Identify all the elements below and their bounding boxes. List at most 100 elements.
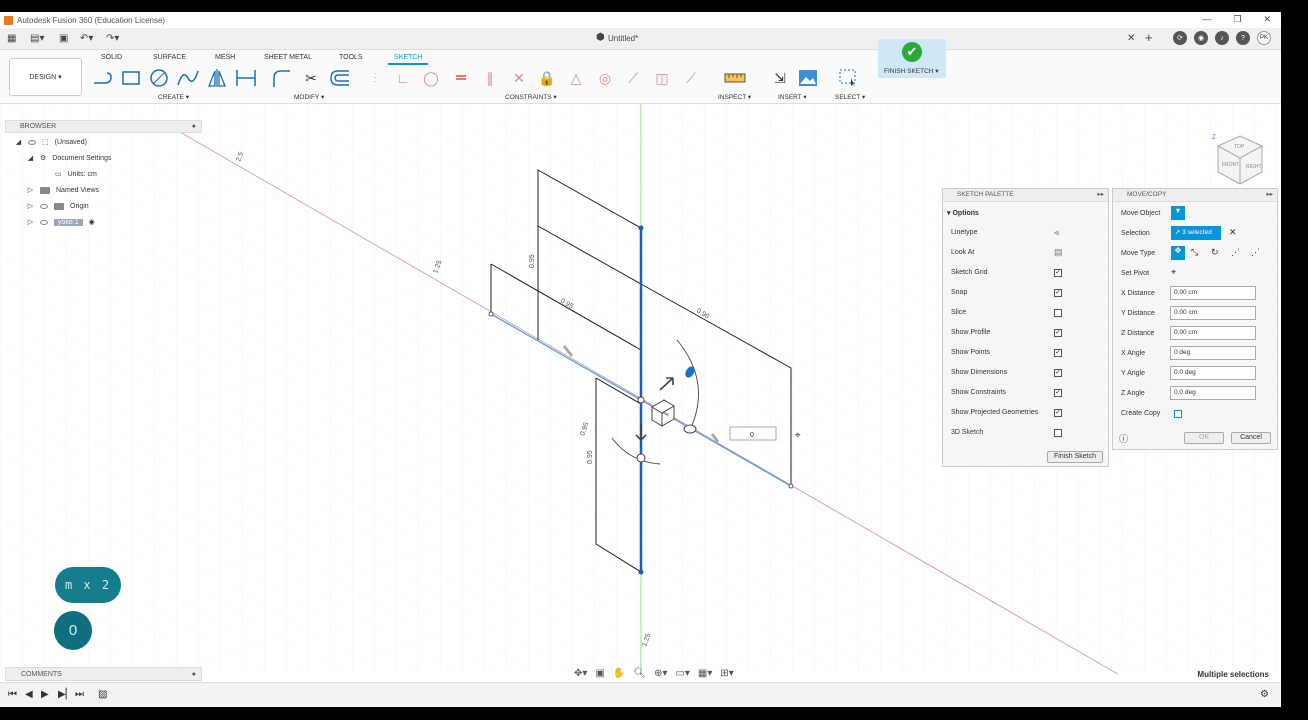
sketch-palette-header[interactable]: SKETCH PALETTE ▸▸ [943, 189, 1108, 202]
expand-arrow-icon[interactable]: ▸▸ [1097, 189, 1104, 201]
info-icon[interactable]: ⓘ [1119, 432, 1128, 445]
browser-header[interactable]: BROWSER ● [5, 120, 202, 133]
timeline-sketch-icon[interactable]: ▨ [98, 689, 107, 700]
fix-constraint-icon[interactable]: ⫶ [364, 68, 386, 88]
palette-option-checkbox[interactable] [1054, 309, 1062, 317]
activate-radio-icon[interactable]: ◉ [89, 218, 95, 226]
step-forward-icon[interactable]: ▶▏ [58, 689, 73, 700]
move-object-dropdown[interactable]: ▾ [1171, 206, 1185, 220]
browser-item-named-views[interactable]: ▷ Named Views [27, 186, 99, 194]
selection-button[interactable]: ➚ 3 selected [1171, 226, 1221, 240]
notifications-icon[interactable]: ♪ [1215, 31, 1229, 45]
viewports-icon[interactable]: ⊞▾ [720, 668, 733, 679]
insert-menu[interactable]: INSERT ▾ [778, 93, 807, 101]
save-icon[interactable]: ▣ [59, 33, 68, 44]
move-field-input[interactable]: 0 deg [1170, 346, 1256, 360]
undo-icon[interactable]: ↶▾ [80, 33, 93, 44]
visibility-icon[interactable] [40, 219, 48, 225]
rectangle-tool-icon[interactable] [120, 68, 142, 88]
collapse-icon[interactable]: ◢ [15, 138, 22, 146]
step-back-icon[interactable]: ◀ [25, 689, 33, 700]
symmetry-constraint-icon[interactable]: ◫ [651, 68, 673, 88]
move-field-input[interactable]: 0.00 cm [1170, 326, 1256, 340]
coincident-constraint-icon[interactable]: ∟ [392, 68, 414, 88]
tab-solid[interactable]: SOLID [101, 54, 122, 61]
redo-icon[interactable]: ↷▾ [106, 33, 119, 44]
zoom-window-icon[interactable]: ⊕▾ [654, 668, 667, 679]
tab-tools[interactable]: TOOLS [339, 54, 363, 61]
extensions-icon[interactable]: ⟳ [1173, 31, 1187, 45]
comments-panel[interactable]: COMMENTS ● [5, 667, 202, 681]
app-grid-icon[interactable]: ▦ [7, 33, 16, 44]
maximize-button[interactable]: ❐ [1233, 14, 1241, 25]
timeline-settings-icon[interactable]: ⚙ [1260, 689, 1269, 700]
create-menu[interactable]: CREATE ▾ [158, 93, 189, 101]
expand-arrow-icon[interactable]: ▸▸ [1266, 189, 1273, 201]
finish-sketch-tool[interactable]: ✔ FINISH SKETCH ▾ [878, 39, 946, 78]
concentric-constraint-icon[interactable]: ◎ [594, 68, 616, 88]
expand-icon[interactable]: ▷ [27, 186, 34, 194]
rotate-icon[interactable]: ↻ [1211, 247, 1219, 258]
offset-tool-icon[interactable] [329, 68, 351, 88]
measure-tool-icon[interactable] [724, 68, 746, 88]
select-menu[interactable]: SELECT ▾ [835, 93, 865, 101]
palette-option-checkbox[interactable]: ✓ [1054, 369, 1062, 377]
circle-tool-icon[interactable] [148, 68, 170, 88]
set-pivot-icon[interactable]: ⌖ [1171, 267, 1176, 278]
job-status-icon[interactable]: ◉ [1194, 31, 1208, 45]
expand-icon[interactable]: ▷ [27, 218, 34, 226]
browser-item-document-settings[interactable]: ◢ ⚙ Document Settings [27, 154, 112, 163]
mirror-tool-icon[interactable] [206, 68, 228, 88]
translate-icon[interactable]: ⤡ [1191, 247, 1198, 258]
user-avatar[interactable]: PK [1257, 31, 1271, 45]
cancel-button[interactable]: Cancel [1231, 432, 1271, 444]
dimension-tool-icon[interactable] [235, 68, 257, 88]
palette-option-checkbox[interactable]: ✓ [1054, 289, 1062, 297]
palette-option-checkbox[interactable]: ✓ [1054, 389, 1062, 397]
move-field-input[interactable]: 0.00 cm [1170, 306, 1256, 320]
close-tab-button[interactable]: ✕ [1127, 33, 1135, 44]
file-menu-icon[interactable]: ▤▾ [30, 33, 44, 44]
expand-icon[interactable]: ▷ [27, 202, 34, 210]
constraints-menu[interactable]: CONSTRAINTS ▾ [505, 93, 557, 101]
look-at-icon[interactable]: ▤ [1054, 247, 1063, 258]
workspace-switcher[interactable]: DESIGN ▾ [9, 58, 82, 96]
tangent-constraint-icon[interactable]: ◯ [420, 68, 442, 88]
inspect-menu[interactable]: INSPECT ▾ [718, 93, 751, 101]
create-copy-checkbox[interactable] [1174, 410, 1182, 418]
visibility-icon[interactable] [28, 139, 36, 145]
free-move-icon[interactable]: ✥ [1171, 246, 1185, 260]
palette-option-checkbox[interactable] [1054, 429, 1062, 437]
tab-sketch[interactable]: SKETCH [388, 54, 429, 65]
ok-button[interactable]: OK [1184, 432, 1224, 444]
pin-icon[interactable]: ● [192, 668, 196, 681]
insert-derive-icon[interactable]: ⇲ [769, 68, 791, 88]
equal-constraint-icon[interactable]: ＝ [450, 68, 472, 88]
tab-sheet-metal[interactable]: SHEET METAL [264, 54, 312, 61]
palette-option-checkbox[interactable]: ✓ [1054, 349, 1062, 357]
select-tool-icon[interactable] [838, 68, 860, 88]
triangle-constraint-icon[interactable]: △ [565, 68, 587, 88]
close-button[interactable]: ✕ [1263, 14, 1271, 25]
perpendicular-constraint-icon[interactable]: ✕ [508, 68, 530, 88]
look-at-icon[interactable]: ▣ [595, 668, 604, 679]
modify-menu[interactable]: MODIFY ▾ [294, 93, 324, 101]
midpoint-constraint-icon[interactable]: ⟋ [622, 68, 644, 88]
pan-icon[interactable]: ✋ [613, 668, 625, 679]
palette-option-checkbox[interactable]: ✓ [1054, 269, 1062, 277]
collapse-icon[interactable]: ◢ [27, 154, 34, 162]
trim-tool-icon[interactable]: ✂ [300, 68, 322, 88]
point-to-point-icon[interactable]: ⋰ [1231, 247, 1240, 258]
browser-item-yoke[interactable]: ▷ yoke:1 ◉ [27, 218, 95, 226]
tab-mesh[interactable]: MESH [215, 54, 235, 61]
browser-item-origin[interactable]: ▷ Origin [27, 202, 89, 210]
orbit-icon[interactable]: ✥▾ [574, 668, 587, 679]
move-copy-header[interactable]: MOVE/COPY ▸▸ [1113, 189, 1277, 202]
grid-settings-icon[interactable]: ▦▾ [698, 668, 712, 679]
new-tab-button[interactable]: + [1145, 30, 1153, 45]
zoom-icon[interactable]: 🔍︎ [633, 668, 646, 679]
visibility-icon[interactable] [40, 203, 48, 209]
fillet-tool-icon[interactable] [270, 68, 292, 88]
finish-sketch-button[interactable]: Finish Sketch [1047, 451, 1103, 463]
parallel-constraint-icon[interactable]: ∥ [479, 68, 501, 88]
